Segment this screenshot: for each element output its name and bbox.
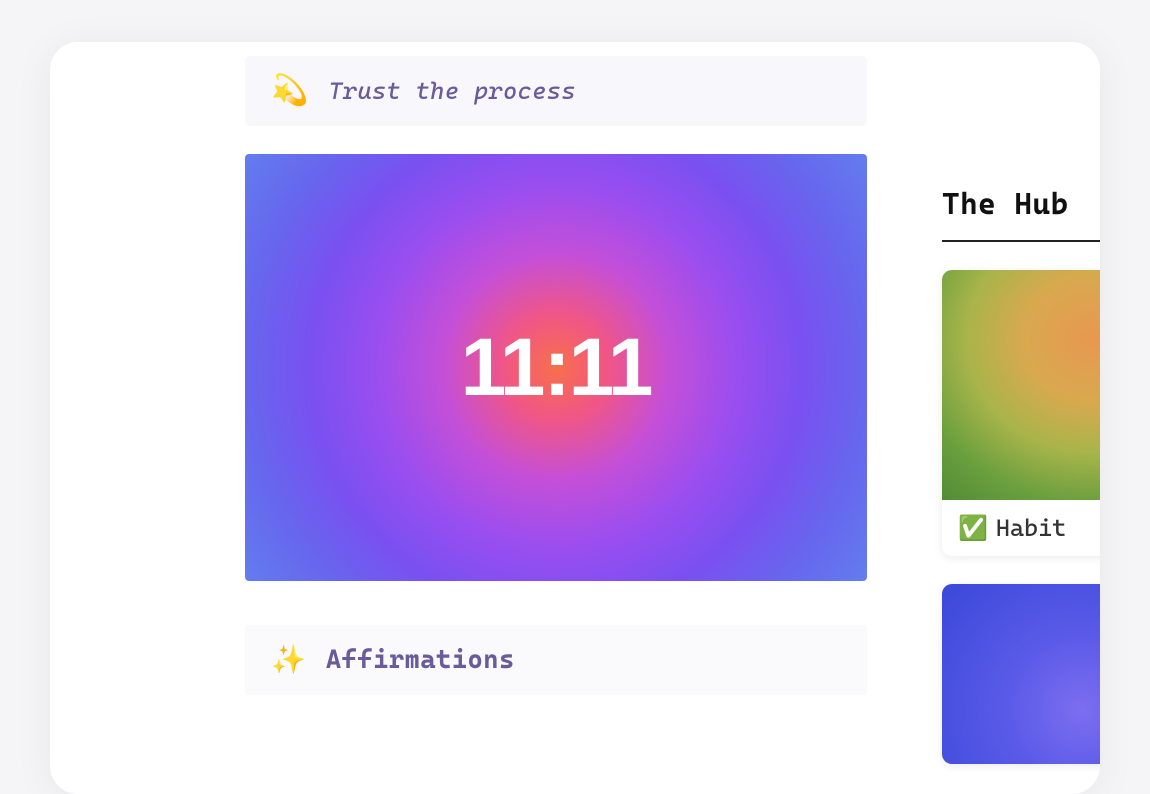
right-column: The Hub ✅ Habit [867, 42, 1100, 794]
hero-time-text: 11:11 [461, 321, 652, 415]
section-title: Affirmations [326, 645, 515, 675]
left-spacer [50, 42, 245, 794]
card-image [942, 270, 1100, 500]
hub-title: The Hub [942, 187, 1100, 242]
hero-image[interactable]: 11:11 [245, 154, 867, 581]
affirmations-section[interactable]: ✨ Affirmations [245, 625, 867, 695]
card-image [942, 584, 1100, 764]
check-icon: ✅ [958, 514, 988, 542]
app-window: 💫 Trust the process 11:11 ✨ Affirmations… [50, 42, 1100, 794]
dizzy-icon: 💫 [271, 76, 308, 106]
hub-card-habit[interactable]: ✅ Habit [942, 270, 1100, 556]
quote-text: Trust the process [328, 77, 576, 105]
hub-card-second[interactable] [942, 584, 1100, 764]
quote-block[interactable]: 💫 Trust the process [245, 56, 867, 126]
card-label-row: ✅ Habit [942, 500, 1100, 556]
card-label-text: Habit [996, 514, 1066, 542]
main-column: 💫 Trust the process 11:11 ✨ Affirmations [245, 42, 867, 794]
sparkles-icon: ✨ [271, 646, 306, 674]
